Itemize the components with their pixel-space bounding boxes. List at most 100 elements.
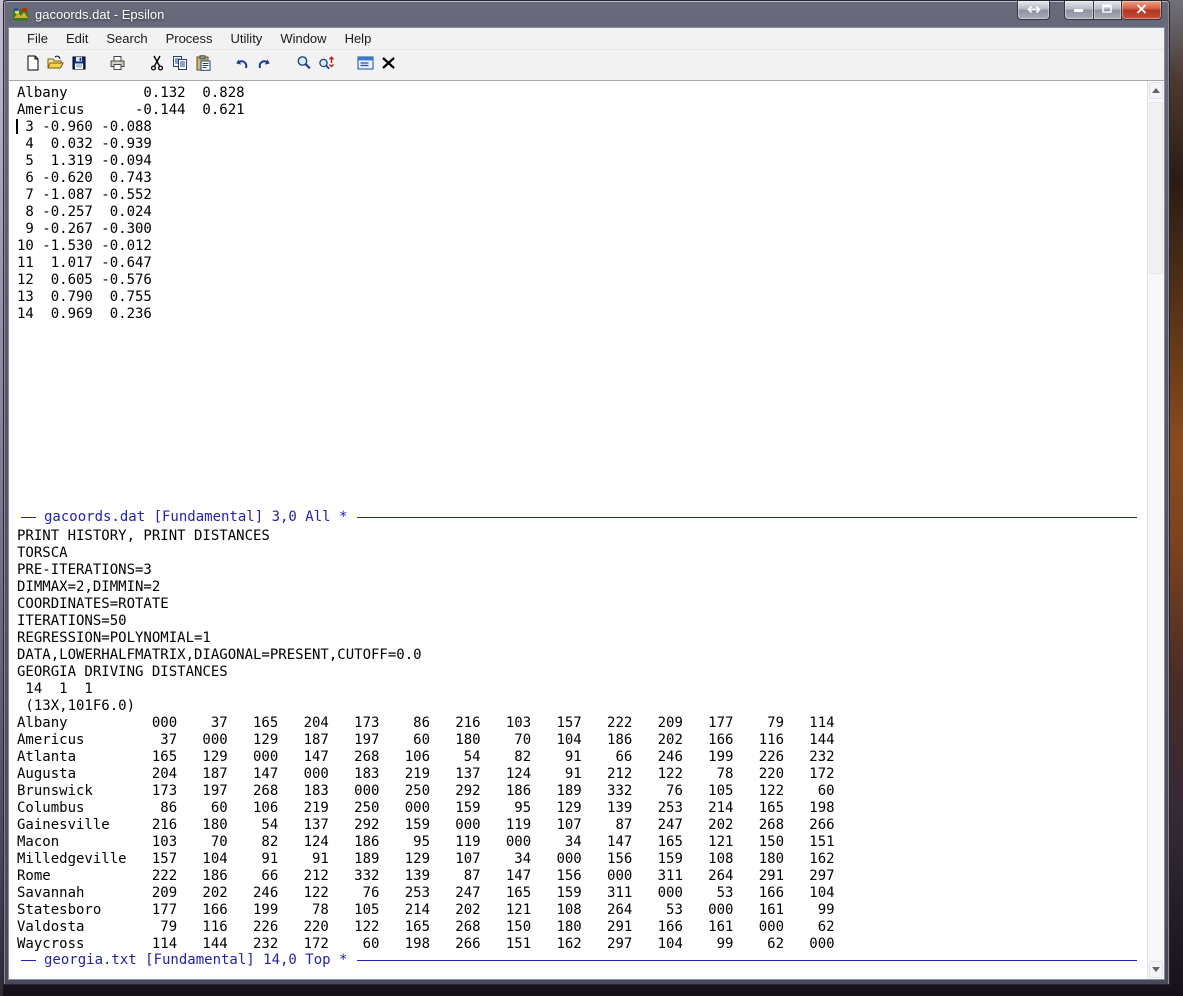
editor-area: Albany 0.132 0.828 Americus -0.144 0.621 … <box>9 81 1164 979</box>
scroll-up-button[interactable] <box>1149 82 1163 99</box>
undo-button[interactable] <box>230 54 253 76</box>
buffer-line: 14 0.969 0.236 <box>17 306 152 322</box>
find-icon <box>296 55 312 76</box>
print-button[interactable] <box>106 54 129 76</box>
text-column: Albany 0.132 0.828 Americus -0.144 0.621 … <box>9 81 1147 979</box>
echo-area[interactable] <box>9 969 1147 979</box>
modeline-georgia: georgia.txt [Fundamental] 14,0 Top * <box>9 952 1147 969</box>
new-file-button[interactable] <box>21 54 44 76</box>
buffer-line: 13 0.790 0.755 <box>17 289 152 305</box>
buffer-line: (13X,101F6.0) <box>17 698 136 714</box>
buffer-line: Americus 37 000 129 187 197 60 180 70 10… <box>17 732 835 748</box>
buffer-pane-georgia[interactable]: PRINT HISTORY, PRINT DISTANCES TORSCA PRE-… <box>9 526 1147 952</box>
client-area: File Edit Search Process Utility Window Help A… <box>8 27 1165 980</box>
horizontal-arrows-icon <box>1026 1 1042 19</box>
redo-icon <box>256 56 273 75</box>
buffer-line: REGRESSION=POLYNOMIAL=1 <box>17 630 211 646</box>
menu-search[interactable]: Search <box>98 29 155 48</box>
toolbar-group <box>354 54 400 76</box>
open-file-button[interactable] <box>44 54 67 76</box>
maximize-icon <box>1102 1 1113 19</box>
buffer-line: Columbus 86 60 106 219 250 000 159 95 12… <box>17 800 835 816</box>
delete-icon <box>381 56 396 75</box>
buffer-line: Valdosta 79 116 226 220 122 165 268 150 … <box>17 919 835 935</box>
text-caret <box>16 119 18 134</box>
buffer-line: 11 1.017 -0.647 <box>17 255 152 271</box>
epsilon-window: gacoords.dat - Epsilon File Edit Search … <box>3 0 1170 985</box>
modeline-dash <box>21 960 36 961</box>
buffer-line: DIMMAX=2,DIMMIN=2 <box>17 579 161 595</box>
buffer-line: Milledgeville 157 104 91 91 189 129 107 … <box>17 851 835 867</box>
buffer-line: Atlanta 165 129 000 147 268 106 54 82 91… <box>17 749 835 765</box>
buffer-line: 8 -0.257 0.024 <box>17 204 152 220</box>
buffer-line: Albany 000 37 165 204 173 86 216 103 157… <box>17 715 835 731</box>
toolbar-group <box>106 54 129 76</box>
modeline-text: gacoords.dat [Fundamental] 3,0 All * <box>44 509 348 525</box>
scrollbar-thumb[interactable] <box>1149 102 1163 274</box>
vertical-scrollbar[interactable] <box>1147 81 1164 979</box>
toolbar-group <box>21 54 90 76</box>
menu-process[interactable]: Process <box>158 29 221 48</box>
new-file-icon <box>25 55 41 76</box>
copy-button[interactable] <box>168 54 191 76</box>
find-replace-button[interactable] <box>315 54 338 76</box>
buffer-line: Macon 103 70 82 124 186 95 119 000 34 14… <box>17 834 835 850</box>
menu-help[interactable]: Help <box>337 29 380 48</box>
buffer-list-icon <box>357 56 374 75</box>
toolbar-group <box>230 54 276 76</box>
undo-icon <box>233 56 250 75</box>
maximize-button[interactable] <box>1093 1 1122 20</box>
buffer-line: GEORGIA DRIVING DISTANCES <box>17 664 228 680</box>
buffer-line: Brunswick 173 197 268 183 000 250 292 18… <box>17 783 835 799</box>
paste-icon <box>195 54 211 76</box>
save-file-button[interactable] <box>67 54 90 76</box>
buffer-line: Rome 222 186 66 212 332 139 87 147 156 0… <box>17 868 835 884</box>
buffer-line: Statesboro 177 166 199 78 105 214 202 12… <box>17 902 835 918</box>
window-title: gacoords.dat - Epsilon <box>35 6 165 22</box>
buffer-line: Augusta 204 187 147 000 183 219 137 124 … <box>17 766 835 782</box>
arrow-down-icon <box>1152 967 1160 972</box>
find-button[interactable] <box>292 54 315 76</box>
buffer-line: Savannah 209 202 246 122 76 253 247 165 … <box>17 885 835 901</box>
find-replace-icon <box>318 55 335 76</box>
modeline-text: georgia.txt [Fundamental] 14,0 Top * <box>44 952 348 968</box>
minimize-button[interactable] <box>1064 1 1093 20</box>
scroll-down-button[interactable] <box>1149 961 1163 978</box>
paste-button[interactable] <box>191 54 214 76</box>
buffer-line: 9 -0.267 -0.300 <box>17 221 152 237</box>
epsilon-app-icon <box>12 6 29 23</box>
buffer-line: 3 -0.960 -0.088 <box>17 119 152 135</box>
print-icon <box>109 55 126 76</box>
titlebar[interactable]: gacoords.dat - Epsilon <box>4 1 1169 27</box>
delete-button[interactable] <box>377 54 400 76</box>
cut-button[interactable] <box>145 54 168 76</box>
menu-utility[interactable]: Utility <box>223 29 271 48</box>
toolbar-group <box>292 54 338 76</box>
toolbar <box>9 50 1164 81</box>
buffer-line: PRINT HISTORY, PRINT DISTANCES <box>17 528 270 544</box>
buffer-line: Gainesville 216 180 54 137 292 159 000 1… <box>17 817 835 833</box>
menu-edit[interactable]: Edit <box>58 29 96 48</box>
modeline-dash <box>21 517 36 518</box>
modeline-rule <box>357 517 1137 518</box>
arrow-up-icon <box>1152 88 1160 93</box>
buffer-list-button[interactable] <box>354 54 377 76</box>
buffer-line: 5 1.319 -0.094 <box>17 153 152 169</box>
menu-file[interactable]: File <box>19 29 56 48</box>
resize-toggle-button[interactable] <box>1017 1 1050 20</box>
toolbar-group <box>145 54 214 76</box>
redo-button[interactable] <box>253 54 276 76</box>
close-button[interactable] <box>1122 1 1162 20</box>
buffer-line: 7 -1.087 -0.552 <box>17 187 152 203</box>
buffer-line: 6 -0.620 0.743 <box>17 170 152 186</box>
buffer-line: ITERATIONS=50 <box>17 613 127 629</box>
scrollbar-track[interactable] <box>1148 100 1164 960</box>
buffer-pane-gacoords[interactable]: Albany 0.132 0.828 Americus -0.144 0.621 … <box>9 81 1147 509</box>
buffer-line: Albany 0.132 0.828 <box>17 85 245 101</box>
buffer-line: 10 -1.530 -0.012 <box>17 238 152 254</box>
buffer-line: TORSCA <box>17 545 68 561</box>
buffer-line: 12 0.605 -0.576 <box>17 272 152 288</box>
buffer-line: Americus -0.144 0.621 <box>17 102 245 118</box>
menu-window[interactable]: Window <box>272 29 334 48</box>
buffer-line: 4 0.032 -0.939 <box>17 136 152 152</box>
